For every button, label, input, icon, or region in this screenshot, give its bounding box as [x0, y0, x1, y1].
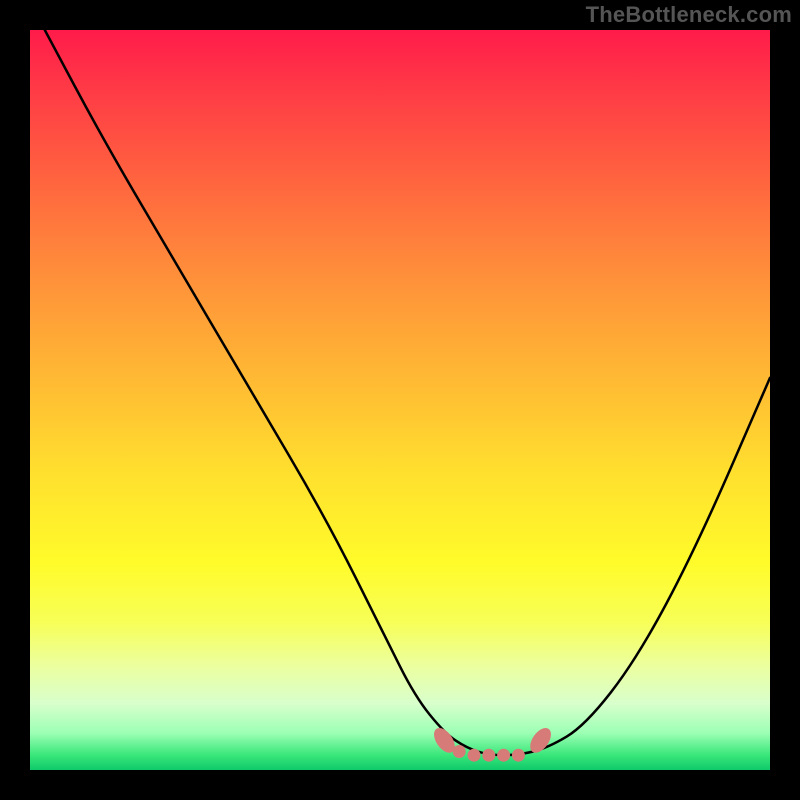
valley-dot-c [482, 749, 495, 762]
valley-dot-e [512, 749, 525, 762]
frame-border-bottom [0, 770, 800, 800]
valley-dot-d [497, 749, 510, 762]
frame-border-left [0, 0, 30, 800]
valley-dot-a [453, 745, 466, 758]
bottleneck-curve [45, 30, 770, 755]
watermark-text: TheBottleneck.com [586, 2, 792, 28]
frame-border-right [770, 0, 800, 800]
plot-area [30, 30, 770, 770]
valley-dot-b [468, 749, 481, 762]
curve-layer [30, 30, 770, 770]
valley-markers [430, 724, 555, 761]
chart-frame: TheBottleneck.com [0, 0, 800, 800]
